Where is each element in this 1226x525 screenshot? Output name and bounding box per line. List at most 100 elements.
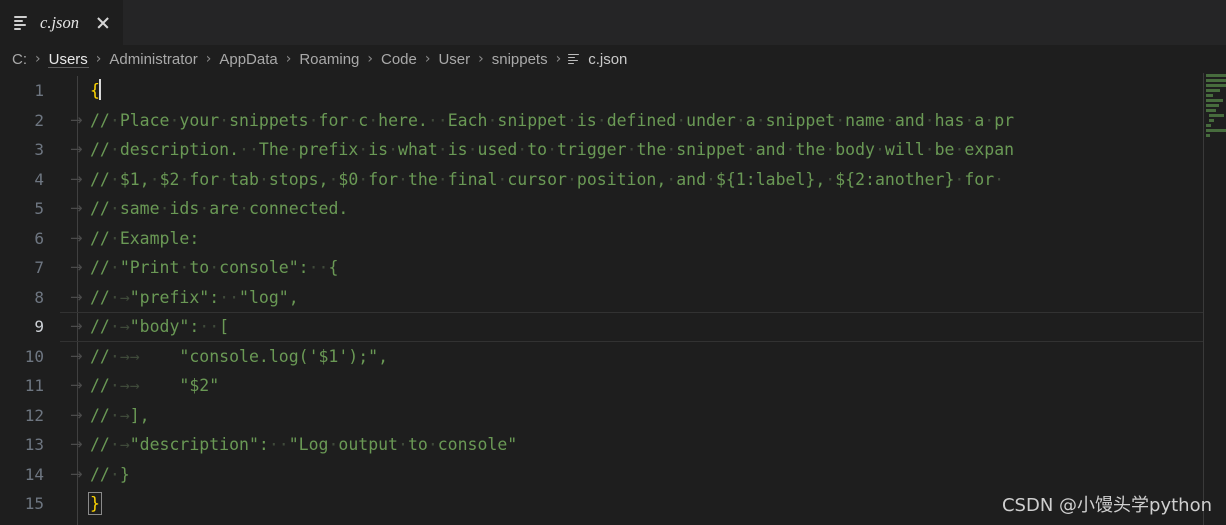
breadcrumb-item-code[interactable]: Code (380, 51, 418, 68)
code-line[interactable]: →//·→"description":··"Log·output·to·cons… (60, 430, 1226, 460)
code-line[interactable]: →//·$1,·$2·for·tab·stops,·$0·for·the·fin… (60, 165, 1226, 195)
space-whitespace-icon: · (358, 169, 369, 189)
line-number: 15 (24, 494, 44, 513)
line-number: 11 (24, 376, 44, 395)
minimap-row (1204, 133, 1226, 138)
code-line[interactable]: →//·→"prefix":··"log", (60, 283, 1226, 313)
code-line[interactable]: →//·same·ids·are·connected. (60, 194, 1226, 224)
comment-token: "description": (129, 435, 269, 454)
comment-token: to (407, 435, 428, 454)
breadcrumb-item-c[interactable]: C: (11, 51, 28, 68)
breadcrumb-item-user[interactable]: User (437, 51, 471, 68)
comment-token: and (755, 140, 786, 159)
line-number: 10 (24, 346, 44, 366)
comment-token: c (358, 110, 369, 130)
space-whitespace-icon: · (735, 110, 746, 130)
breadcrumb-item-users[interactable]: Users (48, 51, 89, 68)
space-whitespace-icon: · (219, 110, 230, 130)
breadcrumb-item-administrator[interactable]: Administrator (108, 51, 198, 68)
code-line[interactable]: } (60, 489, 1226, 519)
line-number-gutter: 1 2 3 4 5 6 7 8 9 10 11 12 13 14 15 (0, 73, 60, 525)
space-whitespace-icon: · (547, 140, 558, 159)
breadcrumb-item-snippets[interactable]: snippets (491, 51, 549, 68)
comment-token: under (686, 110, 736, 130)
comment-token: // (90, 258, 110, 277)
comment-token: the (407, 169, 438, 189)
comment-token: "body": (129, 317, 200, 336)
code-area[interactable]: {→//·Place·your·snippets·for·c·here.··Ea… (60, 73, 1226, 525)
line-number: 13 (24, 435, 44, 454)
comment-token: ids (169, 199, 200, 218)
space-whitespace-icon: · (109, 140, 120, 159)
code-line[interactable]: → //·Example: (60, 224, 1226, 254)
space-whitespace-icon: · (666, 169, 677, 189)
minimap[interactable] (1204, 73, 1226, 525)
close-icon[interactable] (93, 13, 113, 33)
comment-token: connected. (249, 199, 349, 218)
tab-whitespace-icon: → (119, 317, 130, 336)
minimap-segment (1209, 114, 1224, 117)
tab-whitespace-icon: → (70, 169, 83, 188)
comment-token: output (338, 435, 398, 454)
space-whitespace-icon: · (924, 110, 935, 130)
tab-whitespace-icon: → (129, 376, 140, 395)
space-whitespace-icon: · (874, 140, 885, 159)
code-line[interactable]: →//·Place·your·snippets·for·c·here.··Eac… (60, 106, 1226, 136)
chevron-right-icon: › (285, 51, 292, 67)
comment-token: // (90, 405, 110, 425)
breadcrumb-item-appdata[interactable]: AppData (218, 51, 278, 68)
space-whitespace-icon: · (239, 140, 249, 159)
comment-token: trigger (557, 140, 627, 159)
space-whitespace-icon: · (308, 110, 319, 130)
space-whitespace-icon: · (388, 140, 399, 159)
tab-whitespace-icon: → (70, 110, 83, 129)
comment-token: for (189, 169, 220, 189)
code-line[interactable]: →//·→→ "console.log('$1');", (60, 342, 1226, 372)
code-line[interactable]: →//·→], (60, 401, 1226, 431)
space-whitespace-icon: · (109, 376, 120, 395)
space-whitespace-icon: · (179, 258, 190, 277)
comment-token: body (835, 140, 875, 159)
breadcrumb-item-roaming[interactable]: Roaming (298, 51, 360, 68)
json-file-icon (14, 14, 31, 31)
bracket-token: } (88, 492, 102, 515)
code-line[interactable]: →//·"Print·to·console":··{ (60, 253, 1226, 283)
space-whitespace-icon: · (825, 169, 836, 189)
breadcrumb-item-file[interactable]: c.json (568, 51, 627, 68)
comment-token: // (90, 317, 110, 336)
line-number: 14 (24, 464, 44, 484)
space-whitespace-icon: · (467, 140, 478, 159)
comment-token: and (676, 169, 707, 189)
space-whitespace-icon: · (258, 169, 269, 189)
space-whitespace-icon: · (278, 435, 289, 454)
space-whitespace-icon: · (566, 169, 577, 189)
tab-whitespace-icon: → (70, 346, 83, 365)
code-line[interactable]: →//·→→ "$2" (60, 371, 1226, 401)
line-number: 1 (34, 81, 44, 100)
space-whitespace-icon: · (109, 110, 120, 130)
comment-token: ], (129, 405, 150, 425)
space-whitespace-icon: · (596, 110, 607, 130)
space-whitespace-icon: · (964, 110, 975, 130)
code-line[interactable]: →//·→"body":··[ (60, 312, 1226, 342)
comment-token: $0 (338, 169, 359, 189)
minimap-segment (1206, 84, 1226, 87)
line-number: 4 (34, 169, 44, 189)
code-line[interactable]: →//·description.··The·prefix·is·what·is·… (60, 135, 1226, 165)
space-whitespace-icon: · (358, 140, 369, 159)
tab-whitespace-icon: → (70, 317, 83, 335)
line-number: 8 (34, 287, 44, 307)
code-line[interactable]: → //·} (60, 460, 1226, 490)
comment-token: pr (994, 110, 1015, 130)
comment-token: what (398, 140, 438, 159)
line-number: 5 (34, 199, 44, 218)
space-whitespace-icon: · (288, 140, 299, 159)
tab-c-json[interactable]: c.json (0, 0, 123, 45)
code-line[interactable]: { (60, 76, 1226, 106)
space-whitespace-icon: · (268, 435, 279, 454)
comment-token: will (884, 140, 925, 159)
comment-token: for (964, 169, 995, 189)
space-whitespace-icon: · (328, 169, 339, 189)
tab-whitespace-icon: → (70, 376, 83, 394)
space-whitespace-icon: · (109, 287, 120, 307)
